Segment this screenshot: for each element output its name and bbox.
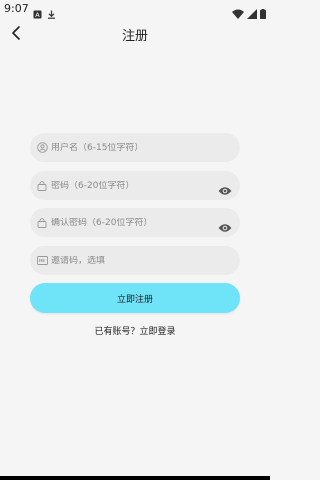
- password-field[interactable]: [30, 171, 240, 200]
- confirm-password-input[interactable]: [51, 217, 218, 228]
- confirm-password-field[interactable]: [30, 208, 240, 237]
- status-bar: 9:07 A: [0, 0, 270, 19]
- invite-code-input[interactable]: [51, 255, 232, 266]
- lock-icon: [36, 217, 48, 229]
- show-confirm-password-eye-icon[interactable]: [218, 218, 232, 232]
- login-link[interactable]: 已有账号？立即登录: [0, 324, 270, 337]
- register-button[interactable]: 立即注册: [30, 283, 240, 313]
- username-field[interactable]: [30, 133, 240, 162]
- status-time: 9:07: [4, 2, 29, 15]
- page-title: 注册: [121, 29, 148, 44]
- invite-code-icon: [36, 255, 48, 267]
- username-input[interactable]: [51, 142, 232, 153]
- password-input[interactable]: [51, 180, 218, 191]
- user-icon: [36, 142, 48, 154]
- title-bar: 注册: [0, 18, 270, 48]
- show-password-eye-icon[interactable]: [218, 181, 232, 195]
- invite-code-field[interactable]: [30, 246, 240, 275]
- lock-icon: [36, 180, 48, 192]
- bottom-bar: [0, 476, 270, 480]
